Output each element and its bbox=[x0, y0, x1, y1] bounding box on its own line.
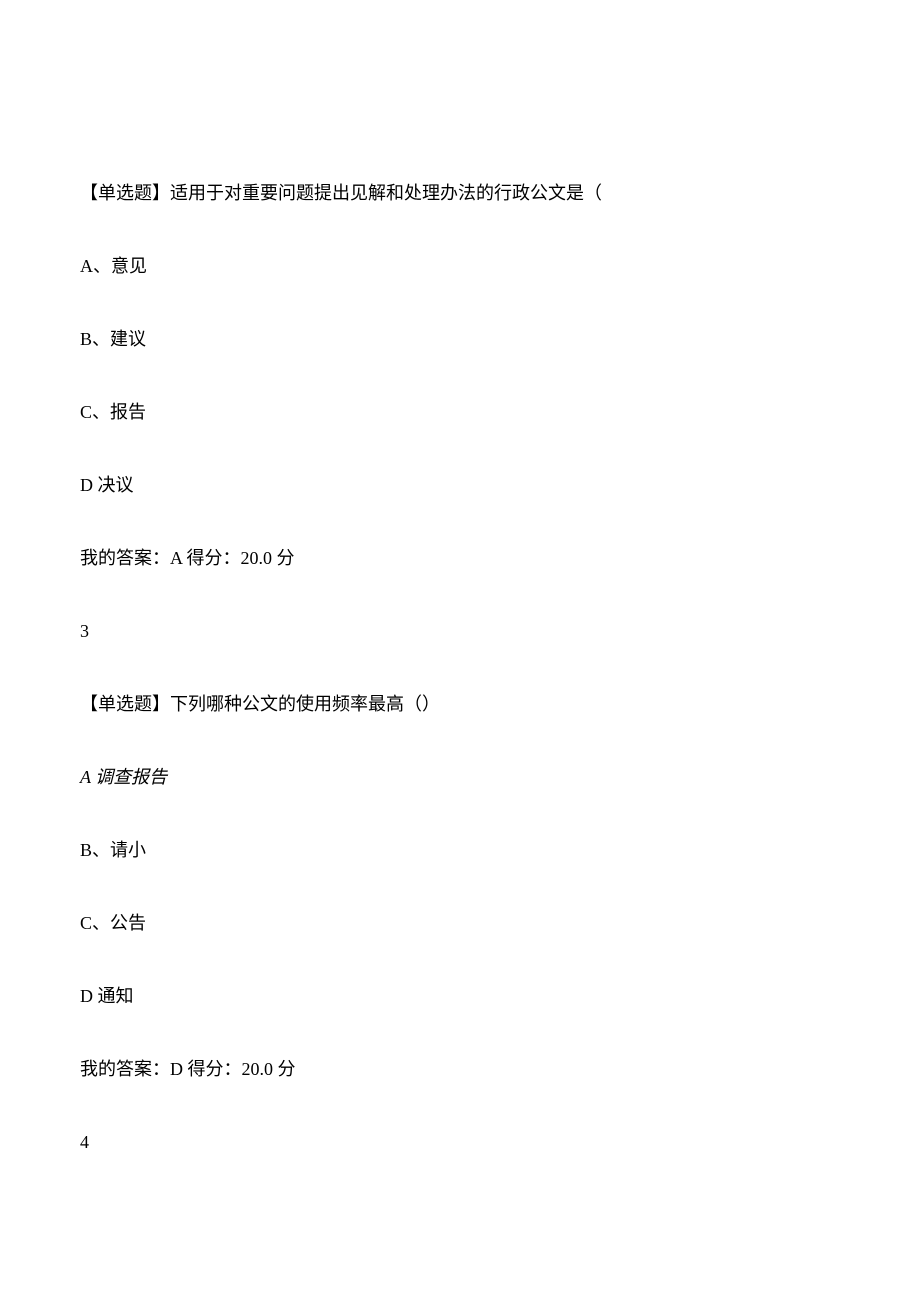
question-2-option-a: A、意见 bbox=[80, 253, 840, 280]
question-3-number: 3 bbox=[80, 618, 840, 645]
question-2-stem: 【单选题】适用于对重要问题提出见解和处理办法的行政公文是（ bbox=[80, 180, 840, 207]
question-3-option-b: B、请小 bbox=[80, 837, 840, 864]
question-3-stem: 【单选题】下列哪种公文的使用频率最高（） bbox=[80, 691, 840, 718]
question-2-option-c: C、报告 bbox=[80, 399, 840, 426]
question-2-option-b: B、建议 bbox=[80, 326, 840, 353]
question-2-answer: 我的答案：A 得分：20.0 分 bbox=[80, 545, 840, 572]
question-2-option-d: D 决议 bbox=[80, 472, 840, 499]
question-3-option-d: D 通知 bbox=[80, 983, 840, 1010]
question-3-option-a: A 调查报告 bbox=[80, 764, 840, 791]
question-3-answer: 我的答案：D 得分：20.0 分 bbox=[80, 1056, 840, 1083]
question-4-number: 4 bbox=[80, 1129, 840, 1156]
question-3-option-c: C、公告 bbox=[80, 910, 840, 937]
